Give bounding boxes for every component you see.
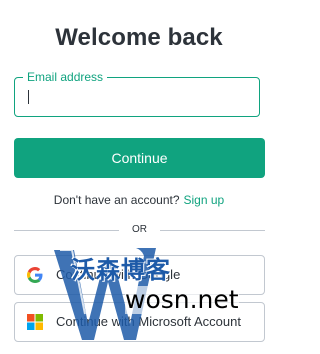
page-title: Welcome back bbox=[55, 24, 223, 51]
microsoft-logo-icon bbox=[27, 314, 43, 330]
signup-prompt: Don't have an account? bbox=[53, 193, 180, 207]
signup-row: Don't have an account? Sign up bbox=[0, 193, 278, 207]
email-field-label: Email address bbox=[23, 70, 108, 84]
watermark-brand: 沃森博客 bbox=[71, 257, 171, 284]
continue-button[interactable]: Continue bbox=[14, 138, 265, 178]
google-g-icon bbox=[27, 267, 43, 283]
divider-line-right bbox=[160, 230, 265, 231]
email-field[interactable]: Email address bbox=[14, 70, 260, 117]
email-input[interactable] bbox=[25, 87, 249, 109]
or-divider: OR bbox=[14, 224, 265, 236]
signup-link[interactable]: Sign up bbox=[184, 193, 225, 207]
text-caret bbox=[28, 90, 29, 104]
watermark-url: wosn.net bbox=[125, 285, 239, 314]
microsoft-button-label: Continue with Microsoft Account bbox=[56, 314, 241, 329]
